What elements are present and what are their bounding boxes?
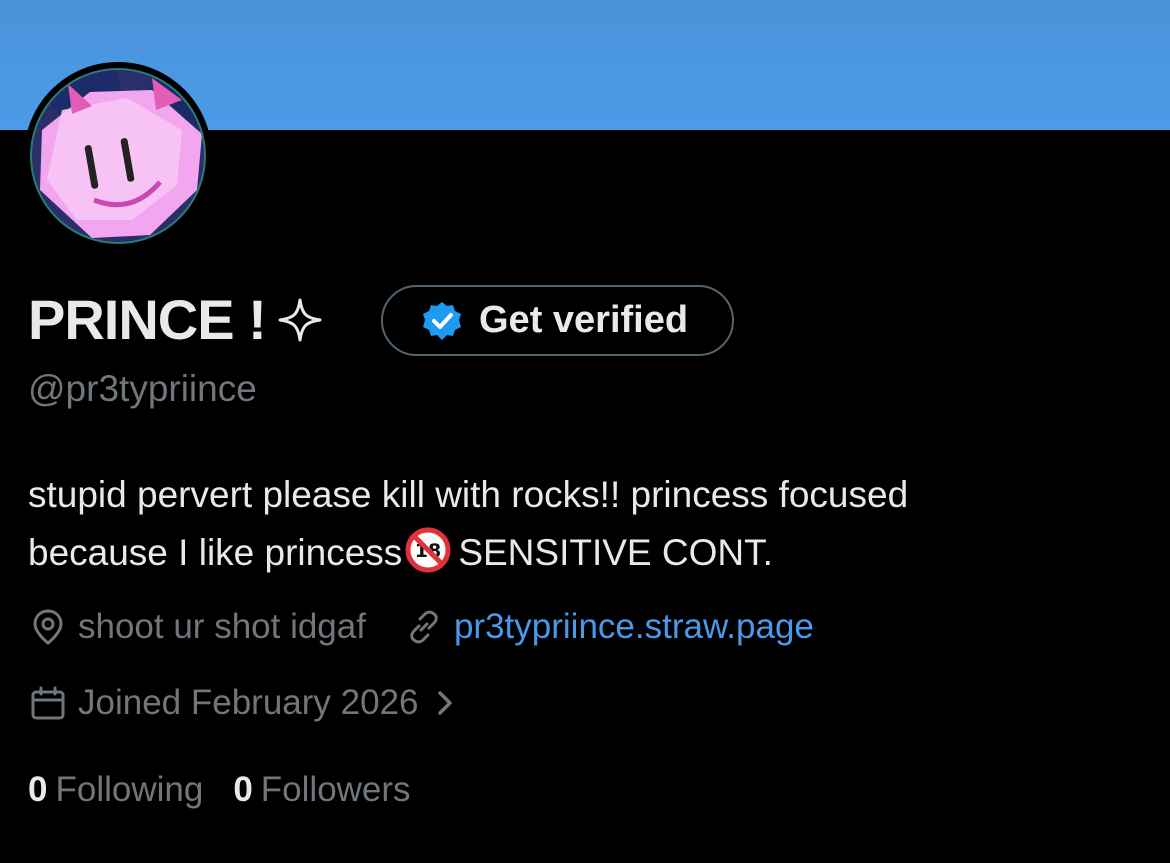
display-name: PRINCE ! [28,288,267,351]
bio-text-a: because I like princess [28,532,403,573]
follow-stats: 0 Following 0 Followers [28,764,441,816]
calendar-icon [28,683,68,723]
avatar[interactable] [24,62,212,250]
handle: @pr3typriince [28,368,257,409]
website-link[interactable]: pr3typriince.straw.page [454,607,814,647]
joined-text: Joined February 2026 [78,683,419,722]
meta-row: shoot ur shot idgaf pr3typriince.straw.p… [28,602,852,652]
verified-badge-icon [421,300,463,342]
profile-page: PRINCE ! Get verified @pr3typriince stup… [0,0,1170,863]
website[interactable]: pr3typriince.straw.page [404,607,814,647]
followers-link[interactable]: 0 Followers [233,770,410,810]
no-under-18-icon: 18 [404,526,452,574]
following-count: 0 [28,770,48,809]
following-link[interactable]: 0 Following [28,770,203,810]
joined-row[interactable]: Joined February 2026 [28,678,459,728]
bio-line-2: because I like princess 18 SENSITIVE CON… [28,524,1128,582]
location: shoot ur shot idgaf [28,607,366,647]
location-pin-icon [28,607,68,647]
followers-count: 0 [233,770,253,809]
link-icon [404,607,444,647]
location-text: shoot ur shot idgaf [78,607,366,646]
following-label: Following [55,770,204,809]
chevron-right-icon [431,686,459,720]
avatar-image [30,68,206,244]
name-row: PRINCE ! [28,284,324,356]
bio: stupid pervert please kill with rocks!! … [28,466,1128,582]
bio-text-b: SENSITIVE CONT. [458,532,773,573]
get-verified-label: Get verified [479,299,689,341]
sparkle-icon [276,296,324,344]
followers-label: Followers [260,770,411,809]
get-verified-button[interactable]: Get verified [381,285,734,356]
bio-line-1: stupid pervert please kill with rocks!! … [28,474,909,515]
